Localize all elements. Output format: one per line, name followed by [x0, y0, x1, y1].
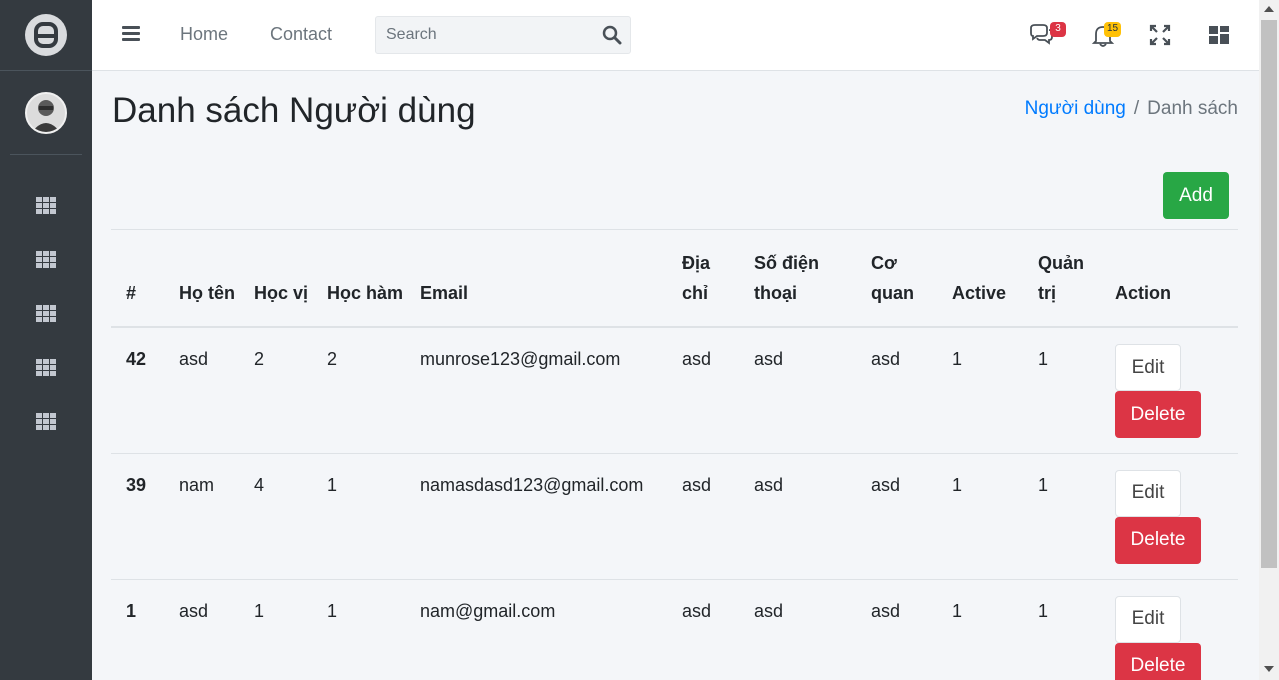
search-box: [375, 16, 631, 54]
sidebar-item-1[interactable]: [0, 182, 92, 236]
sidebar: [0, 0, 92, 680]
add-user-button[interactable]: Add: [1163, 172, 1229, 219]
cell-organization: asd: [856, 578, 937, 680]
col-header-phone: Số điện thoại: [739, 229, 856, 328]
messages-icon[interactable]: 3: [1028, 22, 1066, 48]
cell-active: 1: [937, 326, 1023, 453]
col-header-degree: Học vị: [239, 229, 312, 328]
content-wrapper: Danh sách Người dùng Người dùng / Danh sác…: [92, 71, 1259, 680]
col-header-organization: Cơ quan: [856, 229, 937, 328]
cell-actions: Edit Delete: [1100, 452, 1238, 579]
cell-actions: Edit Delete: [1100, 578, 1238, 680]
grid-icon: [36, 251, 56, 268]
cell-degree: 2: [239, 326, 312, 453]
cell-id: 42: [111, 326, 164, 453]
cell-degree: 1: [239, 578, 312, 680]
delete-button[interactable]: Delete: [1115, 642, 1201, 680]
users-table: # Họ tên Học vị Học hàm Email Địa chỉ Số…: [111, 229, 1238, 680]
cell-id: 1: [111, 578, 164, 680]
table-row: 42 asd 2 2 munrose123@gmail.com asd asd …: [111, 326, 1238, 453]
col-header-title: Học hàm: [312, 229, 405, 328]
scroll-up-arrow-icon[interactable]: [1264, 6, 1274, 12]
scroll-down-arrow-icon[interactable]: [1264, 666, 1274, 672]
brand-area: [0, 0, 92, 71]
sidebar-item-5[interactable]: [0, 398, 92, 452]
cell-active: 1: [937, 452, 1023, 579]
table-row: 1 asd 1 1 nam@gmail.com asd asd asd 1 1 …: [111, 578, 1238, 680]
grid-icon: [36, 359, 56, 376]
cell-title: 1: [312, 578, 405, 680]
page-title: Danh sách Người dùng: [112, 91, 476, 130]
user-avatar[interactable]: [25, 91, 67, 134]
col-header-id: #: [111, 229, 164, 328]
grid-icon: [36, 197, 56, 214]
breadcrumb-current: Danh sách: [1147, 98, 1238, 119]
table-row: 39 nam 4 1 namasdasd123@gmail.com asd as…: [111, 452, 1238, 579]
cell-phone: asd: [739, 326, 856, 453]
col-header-active: Active: [937, 229, 1023, 328]
nav-contact-link[interactable]: Contact: [270, 24, 332, 45]
cell-email: munrose123@gmail.com: [405, 326, 667, 453]
breadcrumb-users-link[interactable]: Người dùng: [1025, 98, 1126, 119]
app-logo[interactable]: [25, 14, 67, 56]
search-input[interactable]: [376, 17, 586, 53]
cell-title: 2: [312, 326, 405, 453]
sidebar-item-3[interactable]: [0, 290, 92, 344]
notifications-icon[interactable]: 15: [1090, 22, 1122, 48]
cell-phone: asd: [739, 452, 856, 579]
cell-active: 1: [937, 578, 1023, 680]
grid-icon: [36, 305, 56, 322]
grid-icon: [36, 413, 56, 430]
fullscreen-icon[interactable]: [1147, 22, 1173, 48]
scrollbar-thumb[interactable]: [1261, 20, 1277, 568]
breadcrumb: Người dùng / Danh sách: [1025, 98, 1238, 120]
messages-badge: 3: [1050, 22, 1066, 37]
nav-home-link[interactable]: Home: [180, 24, 228, 45]
cell-name: nam: [164, 452, 239, 579]
cell-organization: asd: [856, 452, 937, 579]
cell-email: nam@gmail.com: [405, 578, 667, 680]
table-header-row: # Họ tên Học vị Học hàm Email Địa chỉ Số…: [111, 229, 1238, 328]
edit-button[interactable]: Edit: [1115, 469, 1181, 517]
cell-id: 39: [111, 452, 164, 579]
col-header-admin: Quản trị: [1023, 229, 1100, 328]
cell-address: asd: [667, 578, 739, 680]
cell-name: asd: [164, 326, 239, 453]
cell-admin: 1: [1023, 326, 1100, 453]
search-icon[interactable]: [602, 25, 622, 45]
cell-actions: Edit Delete: [1100, 326, 1238, 453]
col-header-address: Địa chỉ: [667, 229, 739, 328]
cell-phone: asd: [739, 578, 856, 680]
cell-admin: 1: [1023, 578, 1100, 680]
sidebar-item-2[interactable]: [0, 236, 92, 290]
cell-name: asd: [164, 578, 239, 680]
cell-organization: asd: [856, 326, 937, 453]
cell-degree: 4: [239, 452, 312, 579]
col-header-name: Họ tên: [164, 229, 239, 328]
cell-title: 1: [312, 452, 405, 579]
cell-address: asd: [667, 326, 739, 453]
cell-admin: 1: [1023, 452, 1100, 579]
delete-button[interactable]: Delete: [1115, 516, 1201, 564]
top-navbar: Home Contact 3 15: [92, 0, 1259, 71]
cell-email: namasdasd123@gmail.com: [405, 452, 667, 579]
edit-button[interactable]: Edit: [1115, 595, 1181, 643]
sidebar-nav: [0, 182, 92, 452]
sidebar-item-4[interactable]: [0, 344, 92, 398]
delete-button[interactable]: Delete: [1115, 391, 1201, 438]
control-sidebar-icon[interactable]: [1206, 22, 1232, 48]
cell-address: asd: [667, 452, 739, 579]
page-scrollbar[interactable]: [1259, 0, 1279, 680]
user-panel: [10, 71, 82, 155]
breadcrumb-separator: /: [1133, 98, 1140, 119]
col-header-action: Action: [1100, 229, 1238, 328]
menu-toggle-icon[interactable]: [122, 26, 140, 42]
edit-button[interactable]: Edit: [1115, 344, 1181, 391]
notifications-badge: 15: [1104, 22, 1122, 37]
col-header-email: Email: [405, 229, 667, 328]
